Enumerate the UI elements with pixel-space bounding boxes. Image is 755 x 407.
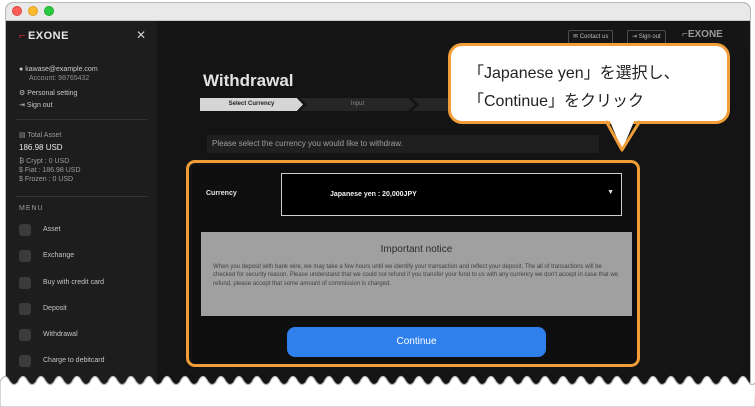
sidebar-item-buy-credit-card[interactable]: Buy with credit card	[19, 275, 147, 293]
user-icon: ●	[19, 66, 24, 73]
total-asset-label: ▤ Total Asset	[19, 131, 61, 139]
account-number: Account: 98765432	[29, 75, 90, 82]
fiat-balance: $ Fiat : 186.98 USD	[19, 167, 81, 174]
mail-icon: ✉	[573, 34, 579, 40]
wallet-icon: ▤	[19, 132, 26, 139]
sidebar-item-asset[interactable]: Asset	[19, 222, 147, 240]
frozen-balance-text: Frozen : 0 USD	[24, 176, 74, 183]
gear-icon: ⚙	[19, 90, 26, 97]
asset-icon	[19, 224, 31, 236]
dollar-icon: $	[19, 176, 23, 183]
sidebar-item-label: Withdrawal	[43, 331, 78, 338]
sidebar-logo[interactable]: ⌐ EXONE	[19, 30, 69, 42]
sidebar-item-label: Buy with credit card	[43, 279, 105, 286]
bitcoin-icon: ₿	[19, 158, 25, 165]
user-email: ● kawase@example.com	[19, 66, 98, 73]
close-window-button[interactable]	[12, 6, 22, 16]
personal-setting-link[interactable]: ⚙ Personal setting	[19, 89, 77, 97]
torn-edge	[0, 375, 755, 407]
crypt-balance-text: Crypt : 0 USD	[26, 158, 70, 165]
logo-text: EXONE	[27, 30, 69, 42]
total-asset-value: 186.98 USD	[19, 143, 63, 152]
sidebar-item-label: Deposit	[43, 305, 67, 312]
header-logo-text: EXONE	[687, 29, 723, 40]
sidebar-item-withdrawal[interactable]: Withdrawal	[19, 327, 147, 345]
personal-setting-label: Personal setting	[27, 90, 78, 97]
sidebar-item-label: Asset	[43, 226, 61, 233]
sidebar-item-label: Exchange	[43, 252, 75, 259]
header-sign-out-label: Sign out	[638, 34, 661, 40]
step-input: Input	[300, 98, 415, 111]
sidebar-item-deposit[interactable]: Deposit	[19, 301, 147, 319]
chart-icon	[19, 329, 31, 341]
callout-line-1: 「Japanese yen」を選択し、	[468, 65, 680, 82]
sidebar-divider	[16, 119, 147, 120]
sign-out-icon: ⇥	[632, 34, 638, 40]
callout-line-2: 「Continue」をクリック	[468, 93, 645, 110]
fiat-balance-text: Fiat : 186.98 USD	[24, 167, 81, 174]
contact-us-button[interactable]: ✉ Contact us	[568, 30, 614, 44]
step-select-currency: Select Currency	[200, 98, 303, 111]
crypt-balance: ₿ Crypt : 0 USD	[19, 158, 69, 165]
cart-icon	[19, 250, 31, 262]
menu-title: MENU	[19, 205, 44, 212]
sign-out-label: Sign out	[26, 102, 53, 109]
cart-icon	[19, 277, 31, 289]
highlight-frame	[186, 160, 640, 367]
sign-out-icon: ⇥	[19, 102, 25, 109]
sidebar-item-exchange[interactable]: Exchange	[19, 248, 147, 266]
deposit-icon	[19, 303, 31, 315]
minimize-window-button[interactable]	[28, 6, 38, 16]
maximize-window-button[interactable]	[44, 6, 54, 16]
sidebar-sign-out-link[interactable]: ⇥ Sign out	[19, 101, 53, 109]
total-asset-text: Total Asset	[27, 132, 62, 139]
dollar-icon: $	[19, 167, 23, 174]
contact-us-label: Contact us	[579, 34, 609, 40]
header-logo[interactable]: ⌐EXONE	[682, 29, 723, 40]
window-titlebar	[6, 3, 750, 21]
logo-mark-icon: ⌐	[19, 30, 26, 42]
callout-bubble	[448, 43, 730, 124]
user-email-text: kawase@example.com	[25, 66, 98, 73]
callout-tail	[604, 112, 642, 152]
header-sign-out-button[interactable]: ⇥ Sign out	[627, 30, 666, 44]
sidebar-item-label: Charge to debitcard	[43, 357, 105, 364]
frozen-balance: $ Frozen : 0 USD	[19, 176, 73, 183]
instruction-text: Please select the currency you would lik…	[207, 135, 599, 153]
close-sidebar-icon[interactable]: ✕	[136, 28, 146, 42]
page-title: Withdrawal	[203, 71, 294, 90]
sidebar: ⌐ EXONE ✕ ● kawase@example.com Account: 9…	[6, 21, 157, 405]
sidebar-divider	[16, 196, 147, 197]
